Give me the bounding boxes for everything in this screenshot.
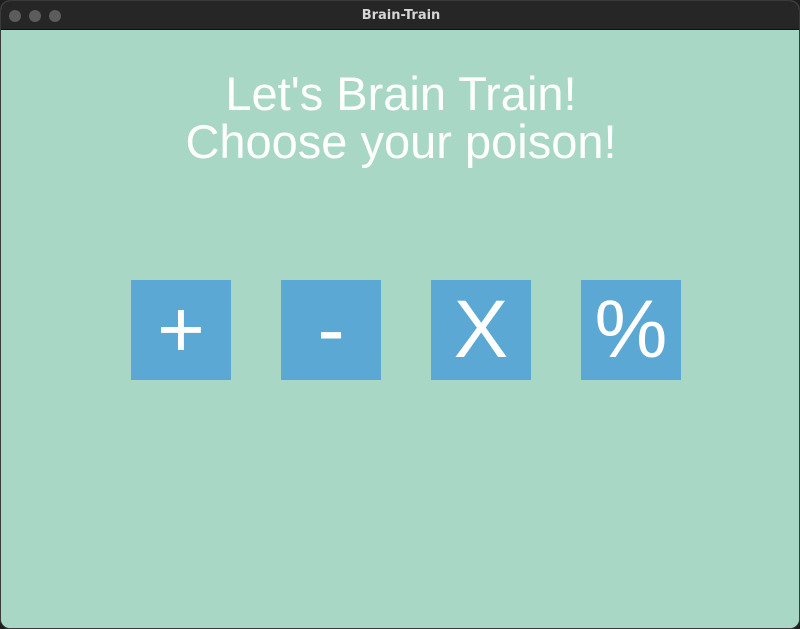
- main-content: Let's Brain Train! Choose your poison! +…: [1, 30, 799, 628]
- app-window: Brain-Train Let's Brain Train! Choose yo…: [0, 0, 800, 629]
- addition-button[interactable]: +: [131, 280, 231, 380]
- subtraction-button[interactable]: -: [281, 280, 381, 380]
- headline: Let's Brain Train! Choose your poison!: [1, 67, 799, 168]
- title-bar: Brain-Train: [1, 1, 799, 30]
- window-title: Brain-Train: [361, 8, 441, 23]
- multiplication-button[interactable]: X: [431, 280, 531, 380]
- headline-line-2: Choose your poison!: [185, 115, 617, 168]
- headline-line-1: Let's Brain Train!: [225, 67, 577, 120]
- division-button[interactable]: %: [581, 280, 681, 380]
